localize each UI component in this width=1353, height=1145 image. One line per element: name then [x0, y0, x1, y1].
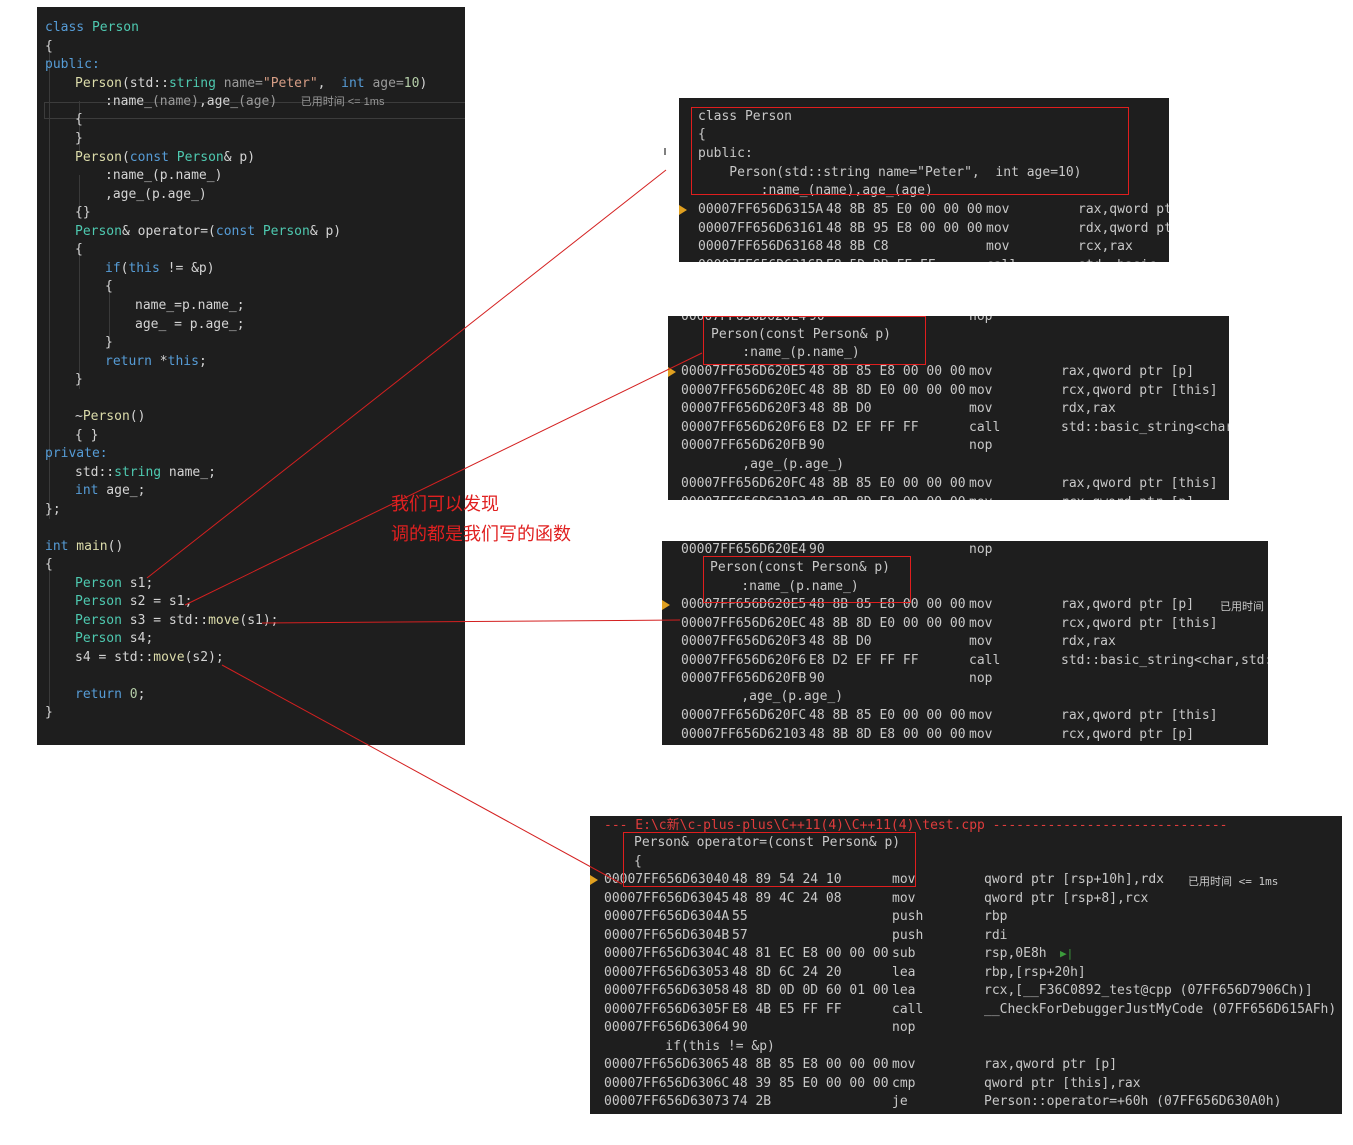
connector-line	[184, 352, 703, 606]
connector-lines	[146, 148, 703, 885]
connector-line	[261, 619, 681, 624]
connector-line	[146, 169, 667, 579]
connector-line	[221, 664, 623, 885]
